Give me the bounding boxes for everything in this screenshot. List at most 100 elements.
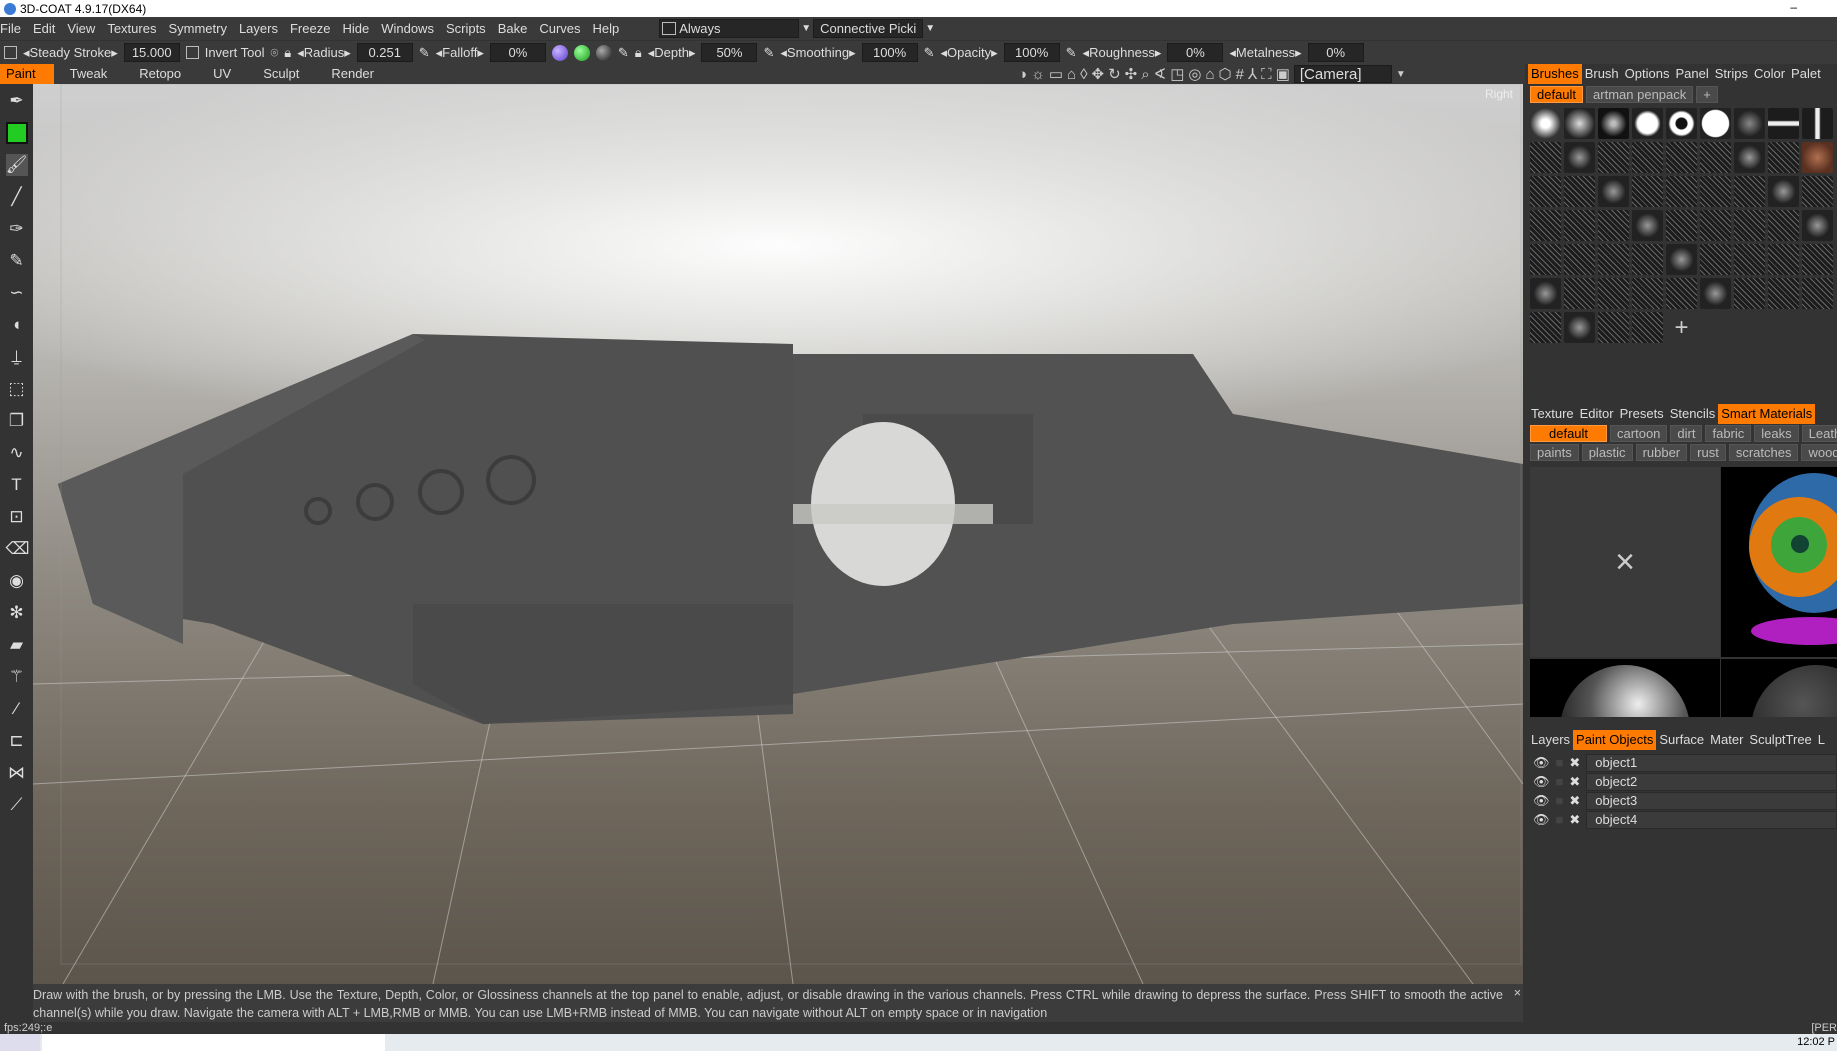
frame-icon[interactable]: ▭ <box>1049 65 1063 83</box>
add-brush-set-button[interactable]: + <box>1696 86 1718 103</box>
menu-scripts[interactable]: Scripts <box>440 21 492 36</box>
lock-icon[interactable]: ■ <box>1556 812 1564 827</box>
rotate-icon[interactable]: ↻ <box>1108 65 1121 83</box>
material-cat-paints[interactable]: paints <box>1530 444 1579 461</box>
pencil-icon[interactable]: ✎ <box>618 45 629 61</box>
brush-thumbnail[interactable] <box>1632 244 1663 275</box>
steady-stroke-label[interactable]: ◂Steady Stroke▸ <box>23 45 118 61</box>
minimize-button[interactable]: – <box>1790 0 1797 14</box>
mouse-icon[interactable]: ⌾ <box>270 45 278 61</box>
brush-thumbnail[interactable] <box>1632 312 1663 343</box>
menu-textures[interactable]: Textures <box>101 21 162 36</box>
menu-windows[interactable]: Windows <box>375 21 440 36</box>
image-icon[interactable]: ▣ <box>1276 65 1290 83</box>
material-cat-cartoon[interactable]: cartoon <box>1610 425 1668 442</box>
close-icon[interactable]: ✖ <box>1569 793 1580 809</box>
menu-file[interactable]: File <box>0 21 27 36</box>
menu-curves[interactable]: Curves <box>533 21 586 36</box>
brush-thumbnail[interactable] <box>1564 278 1595 309</box>
metalness-label[interactable]: ◂Metalness▸ <box>1229 45 1301 61</box>
tab-smart-materials[interactable]: Smart Materials <box>1718 404 1816 424</box>
depth-label[interactable]: ◂Depth▸ <box>648 45 696 61</box>
close-icon[interactable]: ✖ <box>1569 755 1580 771</box>
brush-thumbnail[interactable] <box>1530 210 1561 241</box>
material-cat-fabric[interactable]: fabric <box>1705 425 1752 442</box>
pencil-icon[interactable]: ✎ <box>763 45 774 61</box>
menu-hide[interactable]: Hide <box>336 21 375 36</box>
brush-thumbnail[interactable] <box>1768 210 1799 241</box>
eyedropper-icon[interactable]: ⁄ <box>6 698 28 720</box>
brush-thumbnail[interactable] <box>1598 312 1629 343</box>
opacity-label[interactable]: ◂Opacity▸ <box>941 45 998 61</box>
tab-tweak[interactable]: Tweak <box>54 64 124 84</box>
brush-thumbnail[interactable] <box>1768 142 1799 173</box>
menu-edit[interactable]: Edit <box>27 21 61 36</box>
lock-icon[interactable]: ■ <box>1556 755 1564 770</box>
menu-layers[interactable]: Layers <box>233 21 284 36</box>
brush-thumbnail[interactable] <box>1564 210 1595 241</box>
brush-thumbnail[interactable] <box>1598 210 1629 241</box>
brush-thumbnail[interactable] <box>1768 244 1799 275</box>
brush-thumbnail[interactable] <box>1700 176 1731 207</box>
radius-label[interactable]: ◂Radius▸ <box>297 45 351 61</box>
tab-render[interactable]: Render <box>315 64 390 84</box>
lock-icon[interactable]: 🔒︎ <box>635 45 642 61</box>
curve-tool-icon[interactable]: ∽ <box>6 282 28 304</box>
brush-thumbnail[interactable] <box>1632 142 1663 173</box>
brush-thumbnail[interactable] <box>1700 142 1731 173</box>
brush-thumbnail[interactable] <box>1666 278 1697 309</box>
tab-palette[interactable]: Palet <box>1788 64 1824 84</box>
brush-thumbnail[interactable] <box>1734 142 1765 173</box>
falloff-label[interactable]: ◂Falloff▸ <box>436 45 484 61</box>
roughness-input[interactable]: 0% <box>1167 43 1224 62</box>
tab-surface[interactable]: Surface <box>1656 730 1707 750</box>
material-cat-default[interactable]: default <box>1530 425 1608 442</box>
brush-thumbnail[interactable] <box>1768 108 1799 139</box>
brush-thumbnail[interactable] <box>1530 108 1561 139</box>
brush-set-default[interactable]: default <box>1530 86 1584 103</box>
chevron-down-icon[interactable]: ▼ <box>923 23 937 34</box>
fullscreen-icon[interactable]: ⛶ <box>1261 66 1272 83</box>
smudge-icon[interactable]: ◖ <box>6 314 28 336</box>
brush-thumbnail[interactable] <box>1802 142 1833 173</box>
measure-icon[interactable]: ⟋ <box>6 794 28 816</box>
brush-thumbnail[interactable] <box>1734 210 1765 241</box>
brush-thumbnail[interactable] <box>1564 176 1595 207</box>
lock-icon[interactable]: 🔒︎ <box>284 45 291 61</box>
lamp-icon[interactable]: ⌂ <box>1067 66 1076 83</box>
help-close-button[interactable]: × <box>1514 984 1521 1002</box>
copy-icon[interactable]: ❐ <box>6 410 28 432</box>
brush-thumbnail[interactable] <box>1802 278 1833 309</box>
brush-thumbnail[interactable] <box>1802 108 1833 139</box>
eye-icon[interactable]: 👁︎ <box>1533 793 1550 809</box>
tab-layers[interactable]: Layers <box>1528 730 1573 750</box>
brush-thumbnail[interactable] <box>1666 108 1697 139</box>
airbrush-icon[interactable]: ✑ <box>6 218 28 240</box>
menu-help[interactable]: Help <box>587 21 626 36</box>
brush-thumbnail[interactable] <box>1598 176 1629 207</box>
brush-thumbnail[interactable] <box>1598 244 1629 275</box>
invert-tool-checkbox[interactable] <box>185 46 199 59</box>
material-cat-leather[interactable]: Leathe <box>1801 425 1837 442</box>
brush-thumbnail[interactable] <box>1564 142 1595 173</box>
roughness-label[interactable]: ◂Roughness▸ <box>1083 45 1162 61</box>
cube-icon[interactable]: ⬡ <box>1219 65 1232 83</box>
brush-thumbnail[interactable] <box>1530 142 1561 173</box>
tab-strips[interactable]: Strips <box>1712 64 1751 84</box>
tab-more[interactable]: L <box>1815 730 1828 750</box>
brush-thumbnail[interactable] <box>1632 278 1663 309</box>
text-tool-icon[interactable]: T <box>6 474 28 496</box>
brush-thumbnail[interactable] <box>1564 244 1595 275</box>
magic-wand-icon[interactable]: ⚚ <box>6 666 28 688</box>
pan-icon[interactable]: ✥ <box>1091 65 1104 83</box>
tab-presets[interactable]: Presets <box>1617 404 1667 424</box>
tab-retopo[interactable]: Retopo <box>123 64 197 84</box>
eye-icon[interactable]: 👁︎ <box>1533 812 1550 828</box>
menu-view[interactable]: View <box>61 21 101 36</box>
tab-color[interactable]: Color <box>1751 64 1788 84</box>
brush-thumbnail[interactable] <box>1564 312 1595 343</box>
transform-icon[interactable]: ⬚ <box>6 378 28 400</box>
move-icon[interactable]: ✣ <box>1125 65 1138 83</box>
menu-bake[interactable]: Bake <box>492 21 534 36</box>
add-brush-button[interactable]: + <box>1666 312 1697 343</box>
